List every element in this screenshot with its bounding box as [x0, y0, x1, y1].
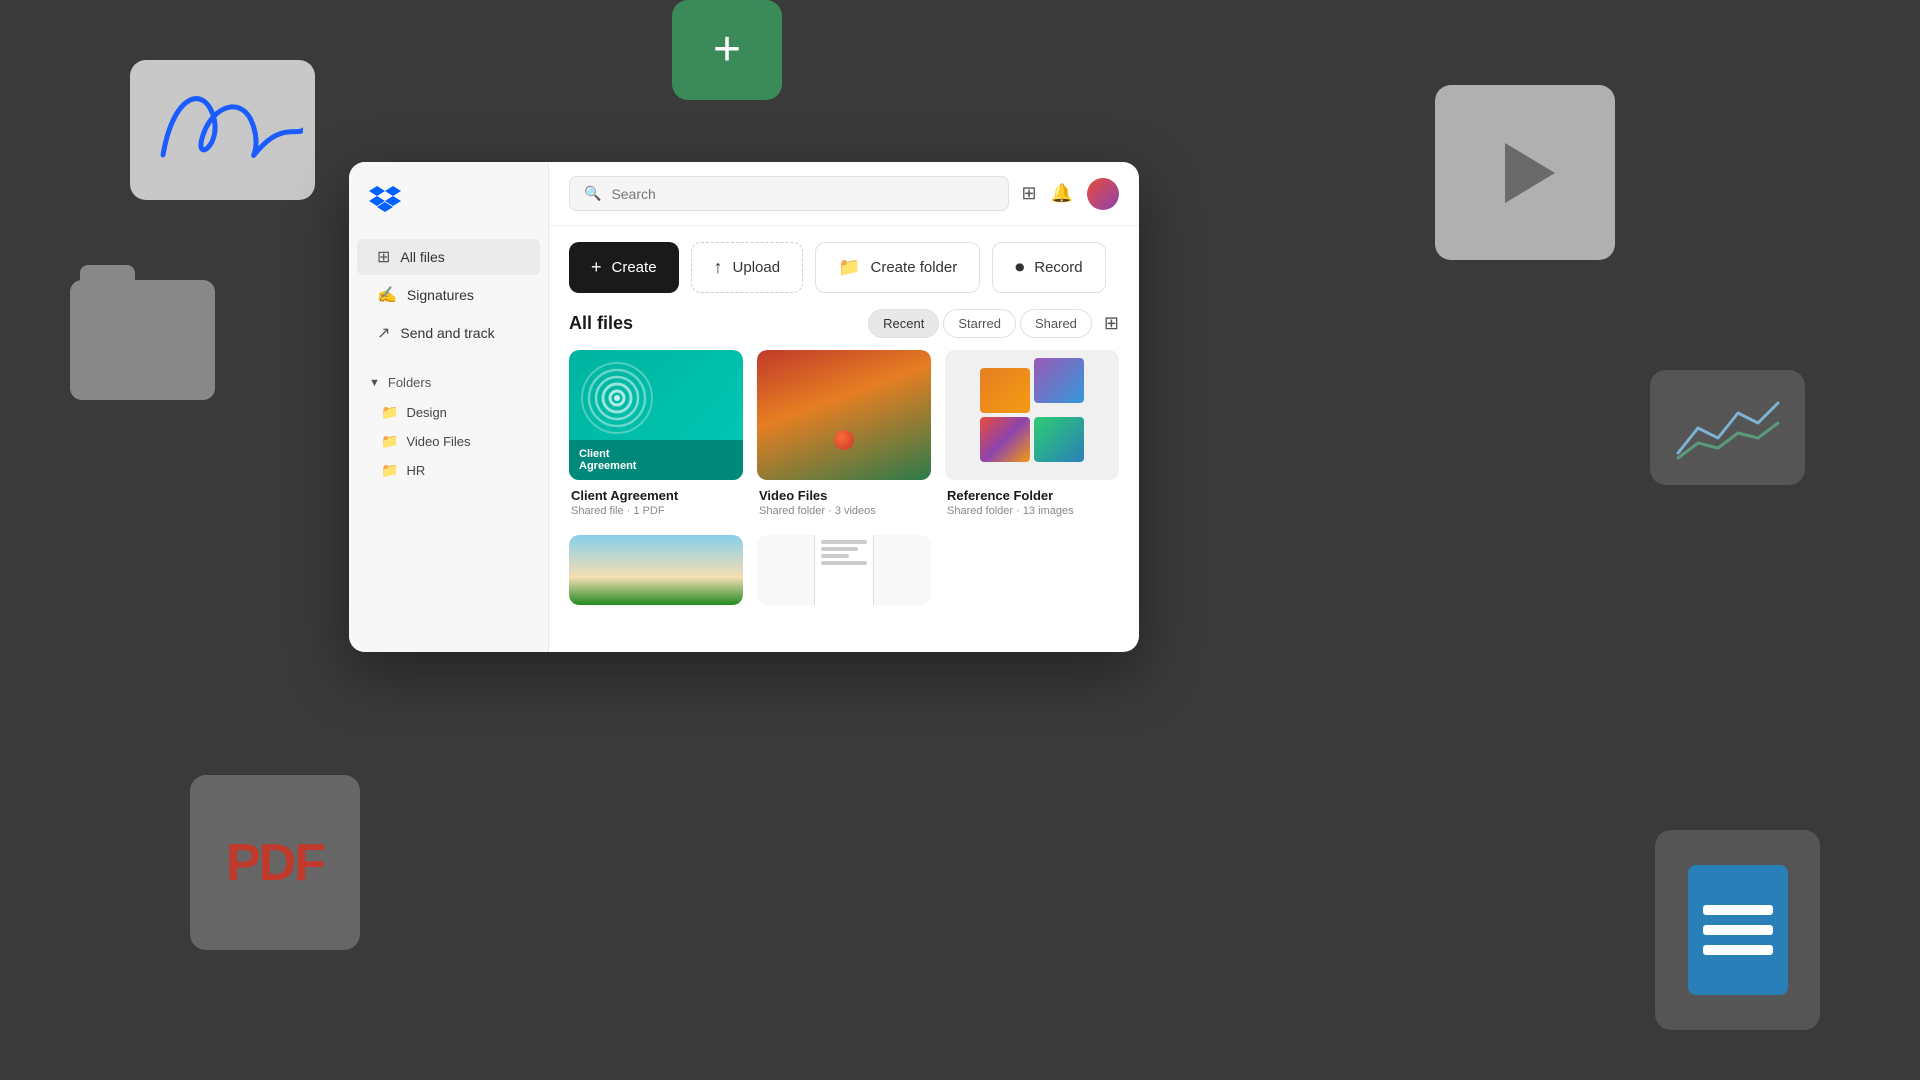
- folder-icon-video: 📁: [381, 433, 398, 450]
- hr-folder-label: HR: [406, 463, 425, 478]
- file-info-client: Client Agreement Shared file · 1 PDF: [569, 480, 743, 521]
- plus-icon: +: [713, 26, 741, 74]
- file-card-reference[interactable]: Reference Folder Shared folder · 13 imag…: [945, 350, 1119, 521]
- files-grid: ClientAgreement Client Agreement Shared …: [569, 350, 1119, 605]
- ref-img-2: [1034, 358, 1084, 403]
- tab-shared[interactable]: Shared: [1020, 309, 1092, 338]
- video-folder-label: Video Files: [406, 434, 470, 449]
- upload-button[interactable]: ↑ Upload: [691, 242, 804, 293]
- create-label: Create: [612, 259, 657, 276]
- file-thumbnail-video: [757, 350, 931, 480]
- bell-icon[interactable]: 🔔: [1051, 183, 1073, 204]
- all-files-icon: ⊞: [377, 247, 390, 267]
- folders-label: Folders: [388, 375, 431, 390]
- folder-icon-hr: 📁: [381, 462, 398, 479]
- doc-icon: [1688, 865, 1788, 995]
- bg-signature-deco: [130, 60, 315, 200]
- bg-doc-deco: [1655, 830, 1820, 1030]
- file-card-client-agreement[interactable]: ClientAgreement Client Agreement Shared …: [569, 350, 743, 521]
- files-header: All files Recent Starred Shared ⊞: [569, 309, 1119, 338]
- ref-img-4: [1034, 417, 1084, 462]
- files-section: All files Recent Starred Shared ⊞: [549, 309, 1139, 652]
- create-folder-button[interactable]: 📁 Create folder: [815, 242, 980, 293]
- folder-icon-design: 📁: [381, 404, 398, 421]
- file-meta-reference: Shared folder · 13 images: [947, 505, 1117, 517]
- create-button[interactable]: + Create: [569, 242, 679, 293]
- header-actions: ⊞ 🔔: [1021, 178, 1119, 210]
- file-info-video: Video Files Shared folder · 3 videos: [757, 480, 931, 521]
- view-toggle-icon[interactable]: ⊞: [1104, 313, 1119, 334]
- file-thumbnail-reference: [945, 350, 1119, 480]
- client-agreement-badge: ClientAgreement: [569, 440, 743, 480]
- search-icon: 🔍: [584, 185, 601, 202]
- action-buttons-row: + Create ↑ Upload 📁 Create folder ⏺ Reco…: [549, 226, 1139, 309]
- bg-pdf-deco: PDF: [190, 775, 360, 950]
- chevron-icon: ▼: [369, 377, 380, 389]
- record-icon: ⏺: [1015, 257, 1024, 278]
- sidebar-item-hr[interactable]: 📁 HR: [349, 456, 548, 485]
- send-track-label: Send and track: [400, 325, 494, 341]
- upload-label: Upload: [733, 259, 781, 276]
- file-meta-client: Shared file · 1 PDF: [571, 505, 741, 517]
- file-name-video: Video Files: [759, 488, 929, 503]
- main-content: 🔍 ⊞ 🔔 + Create ↑ Upload 📁 Create folder: [549, 162, 1139, 652]
- doc-preview: [814, 535, 874, 605]
- create-plus-icon: +: [591, 257, 602, 278]
- sidebar: ⊞ All files ✍ Signatures ↗ Send and trac…: [349, 162, 549, 652]
- file-card-doc[interactable]: [757, 535, 931, 605]
- tab-recent[interactable]: Recent: [868, 309, 939, 338]
- file-meta-video: Shared folder · 3 videos: [759, 505, 929, 517]
- grid-icon[interactable]: ⊞: [1021, 183, 1036, 204]
- reference-images-grid: [972, 360, 1092, 470]
- pdf-label: PDF: [226, 833, 324, 893]
- files-title: All files: [569, 313, 633, 334]
- main-modal: ⊞ All files ✍ Signatures ↗ Send and trac…: [349, 162, 1139, 652]
- sidebar-navigation: ⊞ All files ✍ Signatures ↗ Send and trac…: [349, 239, 548, 351]
- signatures-label: Signatures: [407, 287, 474, 303]
- header: 🔍 ⊞ 🔔: [549, 162, 1139, 226]
- search-bar[interactable]: 🔍: [569, 176, 1009, 211]
- file-name-reference: Reference Folder: [947, 488, 1117, 503]
- bg-play-deco: [1435, 85, 1615, 260]
- bg-chart-deco: [1650, 370, 1805, 485]
- file-name-client: Client Agreement: [571, 488, 741, 503]
- ref-img-1: [980, 368, 1030, 413]
- folder-plus-icon: 📁: [838, 257, 860, 278]
- filter-tabs: Recent Starred Shared: [868, 309, 1092, 338]
- sidebar-logo: [349, 182, 548, 239]
- bg-folder-deco: [70, 280, 215, 400]
- file-card-photo[interactable]: [569, 535, 743, 605]
- avatar[interactable]: [1087, 178, 1119, 210]
- video-ball-decoration: [834, 430, 854, 450]
- sidebar-item-design[interactable]: 📁 Design: [349, 398, 548, 427]
- file-thumbnail-client: ClientAgreement: [569, 350, 743, 480]
- record-button[interactable]: ⏺ Record: [992, 242, 1105, 293]
- all-files-label: All files: [400, 249, 444, 265]
- sidebar-item-send-track[interactable]: ↗ Send and track: [357, 315, 540, 351]
- send-track-icon: ↗: [377, 323, 390, 343]
- design-folder-label: Design: [406, 405, 446, 420]
- sidebar-item-video-files[interactable]: 📁 Video Files: [349, 427, 548, 456]
- file-card-video-files[interactable]: Video Files Shared folder · 3 videos: [757, 350, 931, 521]
- folders-section: ▼ Folders 📁 Design 📁 Video Files 📁 HR: [349, 367, 548, 485]
- sidebar-item-all-files[interactable]: ⊞ All files: [357, 239, 540, 275]
- file-info-reference: Reference Folder Shared folder · 13 imag…: [945, 480, 1119, 521]
- upload-icon: ↑: [714, 257, 723, 278]
- ref-img-3: [980, 417, 1030, 462]
- bg-plus-deco: +: [672, 0, 782, 100]
- tab-starred[interactable]: Starred: [943, 309, 1016, 338]
- create-folder-label: Create folder: [871, 259, 958, 276]
- search-input[interactable]: [611, 186, 994, 202]
- sidebar-item-signatures[interactable]: ✍ Signatures: [357, 277, 540, 313]
- signatures-icon: ✍: [377, 285, 397, 305]
- file-thumbnail-doc: [757, 535, 931, 605]
- folders-header[interactable]: ▼ Folders: [349, 367, 548, 398]
- play-icon: [1505, 143, 1555, 203]
- file-thumbnail-photo: [569, 535, 743, 605]
- record-label: Record: [1034, 259, 1082, 276]
